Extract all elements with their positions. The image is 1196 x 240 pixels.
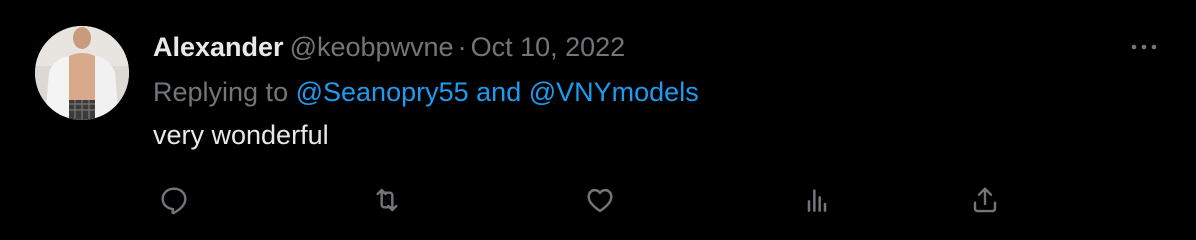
retweet-icon (376, 188, 398, 212)
mention-link-1[interactable]: @Seanopry55 (296, 77, 469, 107)
more-button[interactable] (1124, 32, 1164, 62)
avatar[interactable] (35, 26, 129, 120)
analytics-icon (807, 189, 827, 212)
mention-conjunction[interactable]: and (476, 77, 521, 107)
avatar-image (35, 26, 129, 120)
replying-to-label: Replying to (153, 77, 289, 107)
reply-icon (161, 187, 187, 215)
mention-link-2[interactable]: @VNYmodels (529, 77, 699, 107)
reply-button[interactable] (154, 180, 194, 220)
heart-icon (587, 188, 613, 213)
separator-dot: · (457, 32, 467, 62)
more-icon (1131, 44, 1157, 50)
tweet-text: very wonderful (153, 120, 329, 150)
author-name[interactable]: Alexander (153, 32, 284, 62)
analytics-button[interactable] (797, 180, 837, 220)
share-button[interactable] (965, 180, 1005, 220)
tweet-date[interactable]: Oct 10, 2022 (471, 32, 626, 62)
share-icon (973, 187, 997, 213)
replying-to: Replying to @Seanopry55 and @VNYmodels (153, 75, 699, 109)
retweet-button[interactable] (367, 180, 407, 220)
tweet: Alexander @keobpwvne · Oct 10, 2022 Replyin… (0, 0, 1196, 240)
like-button[interactable] (580, 180, 620, 220)
tweet-header: Alexander @keobpwvne · Oct 10, 2022 (153, 30, 625, 64)
author-handle[interactable]: @keobpwvne (290, 32, 454, 62)
